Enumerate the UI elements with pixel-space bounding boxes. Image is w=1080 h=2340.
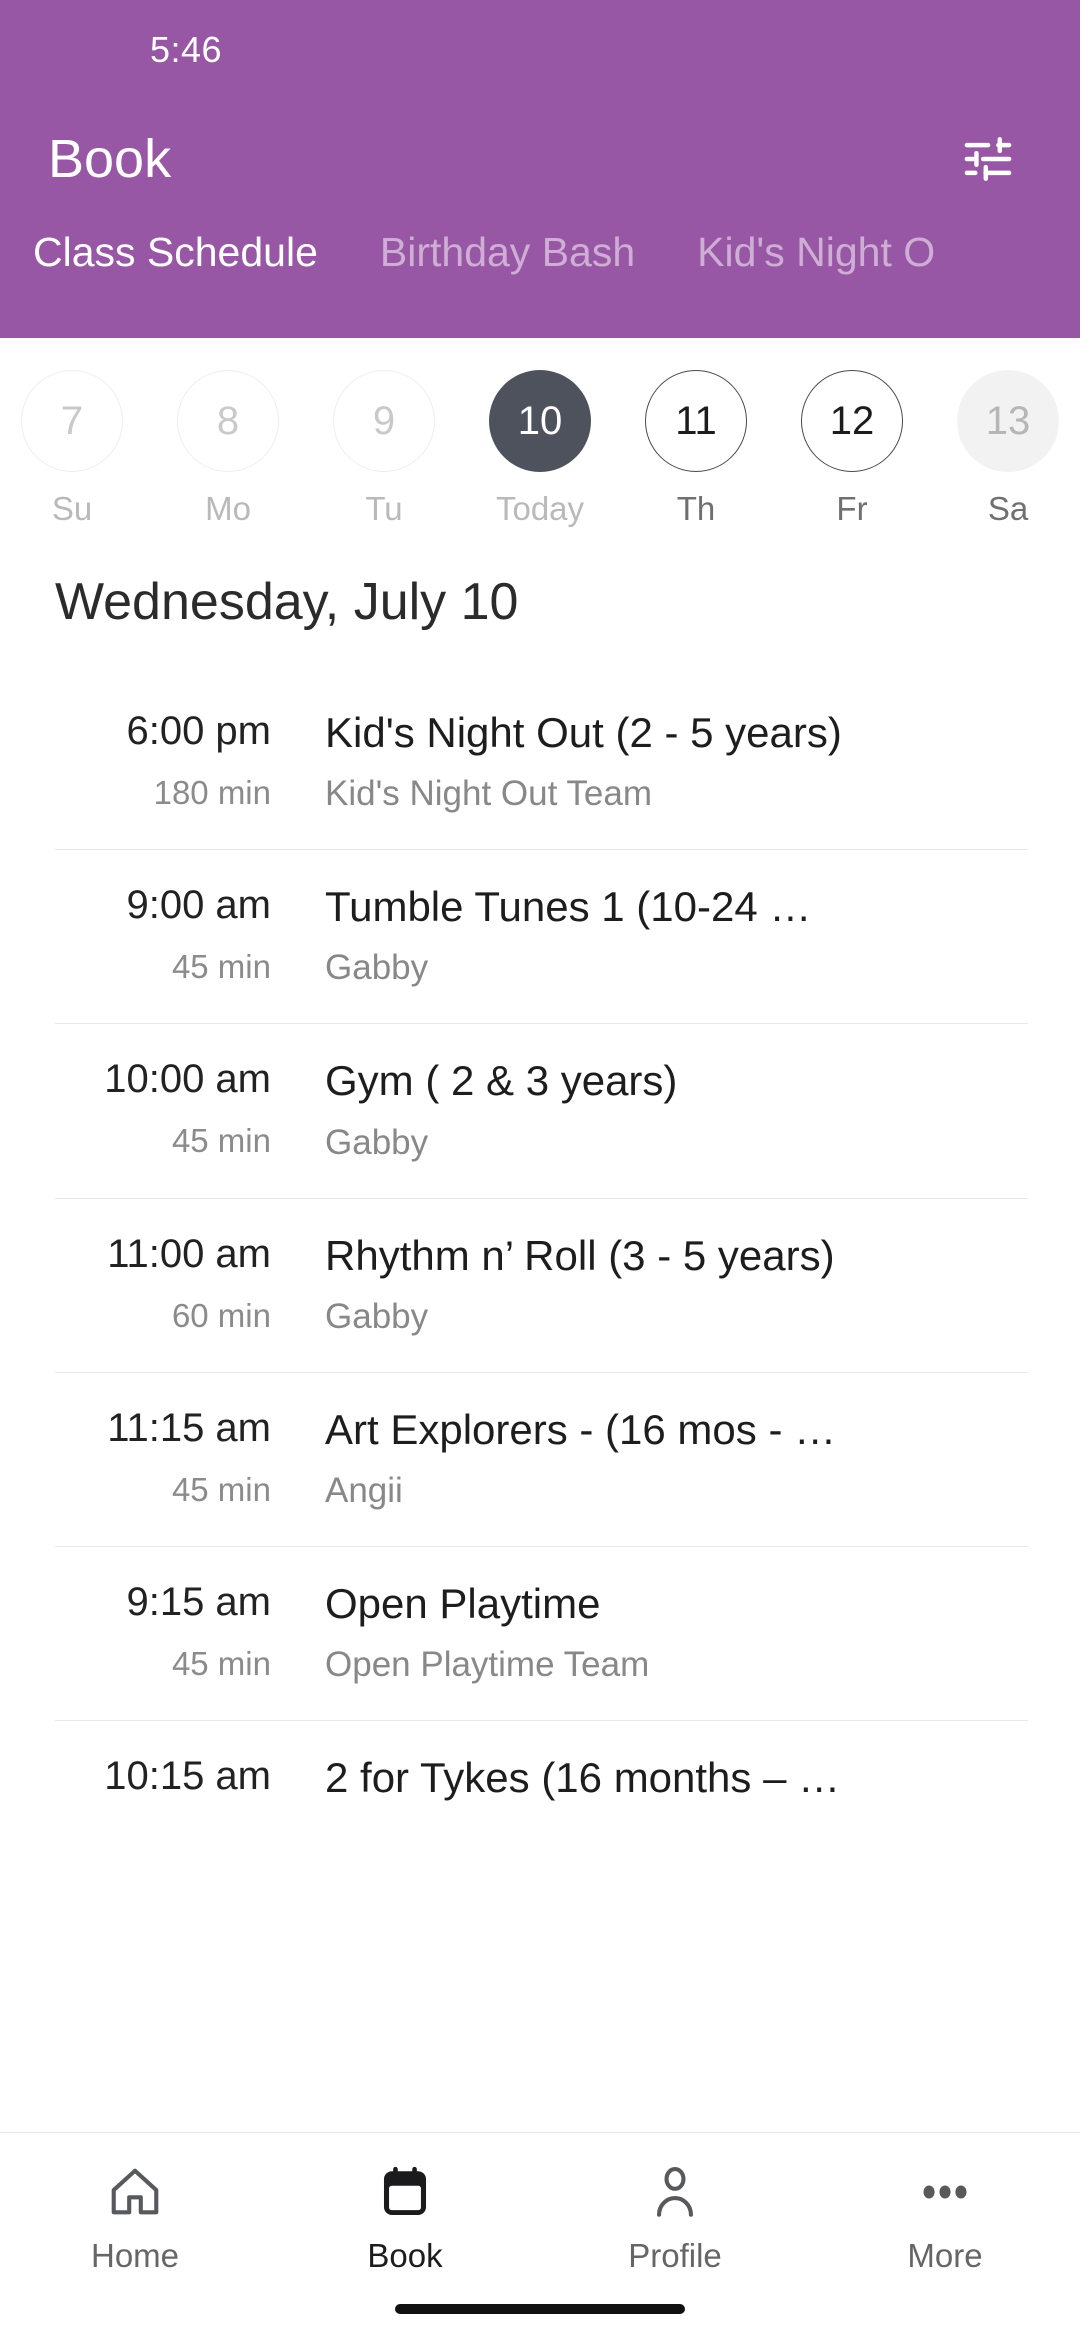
ellipsis-icon xyxy=(916,2159,974,2225)
class-list-item[interactable]: 10:00 am 45 min Gym ( 2 & 3 years) Gabby xyxy=(55,1023,1028,1197)
date-cell-7[interactable]: 7 Su xyxy=(0,370,150,525)
class-start-time: 11:00 am xyxy=(107,1231,271,1276)
date-number[interactable]: 7 xyxy=(21,370,123,472)
class-list-item[interactable]: 11:00 am 60 min Rhythm n’ Roll (3 - 5 ye… xyxy=(55,1197,1028,1372)
class-start-time: 6:00 pm xyxy=(126,709,271,753)
nav-label-more: More xyxy=(907,2237,983,2274)
app-bar: Book xyxy=(0,100,1080,218)
nav-label-profile: Profile xyxy=(628,2237,722,2274)
class-title: Tumble Tunes 1 (10-24 … xyxy=(325,884,812,931)
date-number-selected[interactable]: 10 xyxy=(489,370,591,472)
class-info-block: Gym ( 2 & 3 years) Gabby xyxy=(305,1058,1028,1159)
class-info-block: 2 for Tykes (16 months – … xyxy=(305,1755,1028,1821)
class-duration: 45 min xyxy=(171,948,271,986)
page-title: Book xyxy=(48,129,172,189)
class-title: Kid's Night Out (2 - 5 years) xyxy=(325,710,842,756)
class-duration: 45 min xyxy=(171,1122,271,1160)
class-title: 2 for Tykes (16 months – … xyxy=(325,1755,841,1802)
home-indicator-bar xyxy=(395,2304,685,2314)
class-time-block: 6:00 pm 180 min xyxy=(55,710,305,809)
class-time-block: 9:00 am 45 min xyxy=(55,884,305,983)
class-info-block: Open Playtime Open Playtime Team xyxy=(305,1581,1028,1682)
class-duration: 60 min xyxy=(171,1296,271,1334)
class-info-block: Art Explorers - (16 mos - … Angii xyxy=(305,1407,1028,1508)
person-icon xyxy=(646,2159,704,2225)
class-list-item[interactable]: 9:00 am 45 min Tumble Tunes 1 (10-24 … G… xyxy=(55,849,1028,1023)
date-number[interactable]: 12 xyxy=(801,370,903,472)
nav-item-profile[interactable]: Profile xyxy=(540,2159,810,2272)
date-number[interactable]: 11 xyxy=(645,370,747,472)
class-start-time: 9:15 am xyxy=(126,1579,271,1624)
class-info-block: Tumble Tunes 1 (10-24 … Gabby xyxy=(305,884,1028,985)
app-root: 5:46 Book Class Schedule Birthday Bash K… xyxy=(0,0,1080,2340)
home-icon xyxy=(106,2159,164,2225)
class-list-item[interactable]: 11:15 am 45 min Art Explorers - (16 mos … xyxy=(55,1371,1028,1546)
date-cell-13[interactable]: 13 Sa xyxy=(930,370,1080,525)
day-heading: Wednesday, July 10 xyxy=(55,573,519,631)
class-duration: 45 min xyxy=(171,1470,271,1508)
class-instructor: Angii xyxy=(325,1470,403,1510)
class-instructor: Gabby xyxy=(325,1296,429,1336)
class-title: Gym ( 2 & 3 years) xyxy=(325,1058,678,1105)
class-instructor: Gabby xyxy=(325,1122,429,1162)
date-number[interactable]: 9 xyxy=(333,370,435,472)
date-cell-10-today[interactable]: 10 Today xyxy=(462,370,618,525)
class-title: Art Explorers - (16 mos - … xyxy=(325,1406,837,1453)
calendar-icon xyxy=(376,2159,434,2225)
class-instructor: Gabby xyxy=(325,948,429,988)
class-info-block: Rhythm n’ Roll (3 - 5 years) Gabby xyxy=(305,1233,1028,1334)
class-list-item[interactable]: 9:15 am 45 min Open Playtime Open Playti… xyxy=(55,1545,1028,1720)
nav-item-more[interactable]: More xyxy=(810,2159,1080,2272)
status-time: 5:46 xyxy=(150,29,223,70)
class-time-block: 10:00 am 45 min xyxy=(55,1058,305,1157)
class-list: 6:00 pm 180 min Kid's Night Out (2 - 5 y… xyxy=(0,676,1080,2340)
class-time-block: 9:15 am 45 min xyxy=(55,1581,305,1680)
class-info-block: Kid's Night Out (2 - 5 years) Kid's Nigh… xyxy=(305,710,1028,811)
tab-birthday-bash[interactable]: Birthday Bash xyxy=(380,218,635,273)
nav-item-book[interactable]: Book xyxy=(270,2159,540,2272)
tab-bar[interactable]: Class Schedule Birthday Bash Kid's Night… xyxy=(0,218,1080,338)
date-cell-8[interactable]: 8 Mo xyxy=(150,370,306,525)
class-list-item[interactable]: 6:00 pm 180 min Kid's Night Out (2 - 5 y… xyxy=(55,676,1028,849)
date-cell-9[interactable]: 9 Tu xyxy=(306,370,462,525)
class-time-block: 11:00 am 60 min xyxy=(55,1233,305,1332)
tune-sliders-icon[interactable] xyxy=(948,119,1028,199)
date-cell-12[interactable]: 12 Fr xyxy=(774,370,930,525)
class-duration: 45 min xyxy=(171,1644,271,1682)
app-header: 5:46 Book Class Schedule Birthday Bash K… xyxy=(0,0,1080,338)
date-selector-strip[interactable]: 7 Su 8 Mo 9 Tu 10 Today 11 Th 12 Fr 13 S… xyxy=(0,338,1080,525)
class-title: Rhythm n’ Roll (3 - 5 years) xyxy=(325,1232,835,1279)
class-time-block: 10:15 am xyxy=(55,1755,305,1821)
date-cell-11[interactable]: 11 Th xyxy=(618,370,774,525)
class-instructor: Kid's Night Out Team xyxy=(325,774,653,814)
class-start-time: 10:15 am xyxy=(104,1754,271,1799)
tab-kids-night-out[interactable]: Kid's Night O xyxy=(697,218,935,273)
bottom-navigation-bar: Home Book Profile More xyxy=(0,2132,1080,2340)
class-duration: 180 min xyxy=(153,774,271,811)
status-bar: 5:46 xyxy=(0,0,1080,100)
tab-class-schedule[interactable]: Class Schedule xyxy=(33,218,318,273)
nav-label-book: Book xyxy=(367,2237,443,2274)
nav-item-home[interactable]: Home xyxy=(0,2159,270,2272)
class-start-time: 10:00 am xyxy=(104,1057,271,1102)
nav-label-home: Home xyxy=(90,2237,180,2274)
date-number[interactable]: 8 xyxy=(177,370,279,472)
class-title: Open Playtime xyxy=(325,1580,601,1627)
class-instructor: Open Playtime Team xyxy=(325,1645,650,1685)
class-start-time: 11:15 am xyxy=(107,1405,271,1450)
class-list-item[interactable]: 10:15 am 2 for Tykes (16 months – … xyxy=(55,1720,1028,1859)
class-time-block: 11:15 am 45 min xyxy=(55,1407,305,1506)
class-start-time: 9:00 am xyxy=(126,883,271,928)
date-number[interactable]: 13 xyxy=(957,370,1059,472)
